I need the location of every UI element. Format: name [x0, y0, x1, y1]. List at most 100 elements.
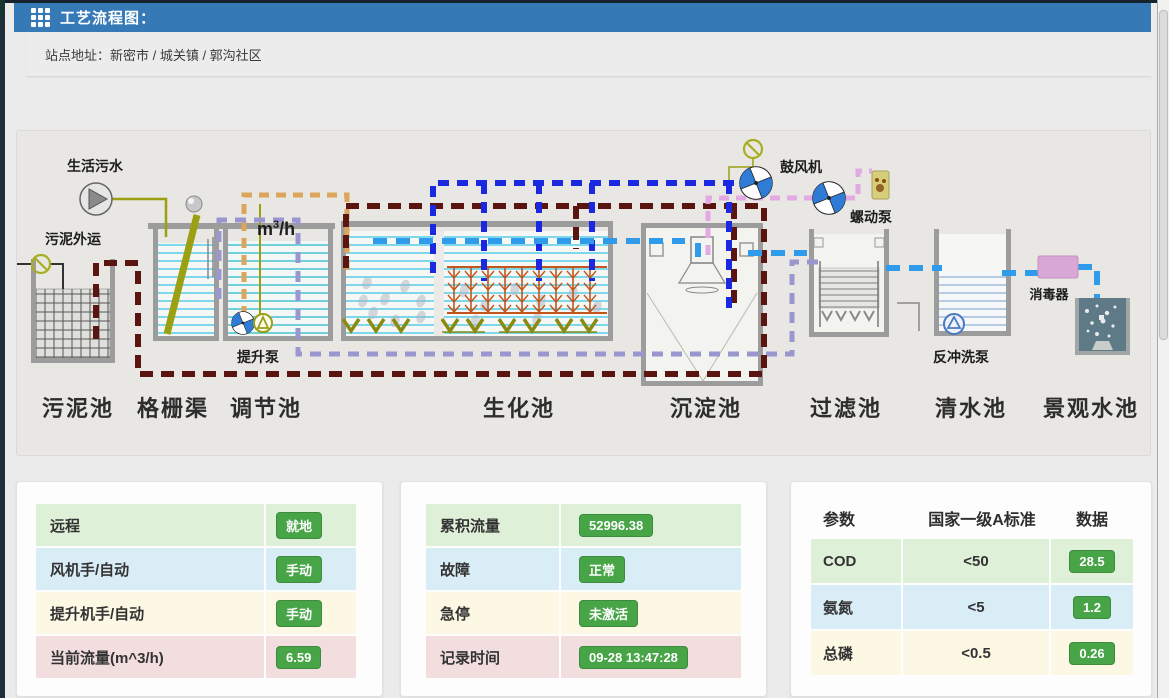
tank-label-screen: 格栅渠	[137, 396, 209, 421]
current-flow-badge: 6.59	[276, 646, 321, 669]
tank-label-cleanwater: 清水池	[935, 396, 1007, 421]
table-row: 风机手/自动 手动	[36, 548, 356, 590]
param-standard: <5	[903, 585, 1049, 629]
row-label: 当前流量(m^3/h)	[36, 636, 264, 678]
row-value: 手动	[266, 592, 356, 634]
screw-pump-fan-icon	[813, 182, 845, 214]
blower-fan-icon	[740, 167, 772, 199]
left-edge-strip	[0, 0, 5, 698]
tank-label-landscape: 景观水池	[1043, 396, 1139, 421]
inlet-label: 生活污水	[67, 158, 124, 174]
param-name: 总磷	[811, 631, 901, 675]
param-value-cell: 28.5	[1051, 539, 1133, 583]
clean-water-tank	[897, 229, 1011, 336]
row-value: 正常	[561, 548, 741, 590]
tank-label-regulation: 调节池	[230, 396, 302, 421]
table-row: 总磷 <0.5 0.26	[811, 631, 1133, 675]
table-row: 累积流量 52996.38	[426, 504, 741, 546]
param-name: 氨氮	[811, 585, 901, 629]
row-value: 09-28 13:47:28	[561, 636, 741, 678]
lift-pump-icon	[254, 314, 272, 332]
left-edge-accent	[0, 0, 4, 18]
row-label: 记录时间	[426, 636, 559, 678]
breadcrumb: 站点地址：新密市 / 城关镇 / 郭沟社区	[45, 45, 262, 64]
row-label: 远程	[36, 504, 264, 546]
param-standard: <0.5	[903, 631, 1049, 675]
table-row: 远程 就地	[36, 504, 356, 546]
param-value-cell: 0.26	[1051, 631, 1133, 675]
flow-diagram-svg: 生活污水 污泥外运 提升泵 鼓风机 螺动泵 消毒器 反冲洗泵 m3/h 污泥池 …	[17, 131, 1150, 455]
dosing-device-icon	[872, 171, 889, 199]
control-status-card: 远程 就地 风机手/自动 手动 提升机手/自动 手动 当前流量(m^3/h) 6…	[16, 481, 383, 697]
page-header: 工艺流程图：	[14, 3, 1151, 32]
param-value-cell: 1.2	[1051, 585, 1133, 629]
table-row: 急停 未激活	[426, 592, 741, 634]
sedimentation-tank	[641, 223, 763, 386]
tank-label-sedimentation: 沉淀池	[670, 396, 742, 421]
quality-table: 参数 国家一级A标准 数据 COD <50 28.5 氨氮 <5 1.2 总磷 …	[811, 500, 1133, 677]
disinfector-label: 消毒器	[1029, 287, 1069, 302]
row-label: 急停	[426, 592, 559, 634]
row-value: 未激活	[561, 592, 741, 634]
row-label: 风机手/自动	[36, 548, 264, 590]
page-title: 工艺流程图：	[60, 7, 156, 28]
air-valve-icon	[744, 140, 762, 158]
lift-pump-label: 提升泵	[237, 349, 279, 365]
backwash-pump-icon	[944, 314, 964, 334]
column-header: 国家一级A标准	[913, 506, 1051, 530]
breadcrumb-panel: 站点地址：新密市 / 城关镇 / 郭沟社区	[27, 32, 1151, 77]
row-label: 累积流量	[426, 504, 559, 546]
grid-icon	[31, 8, 50, 27]
screen-drive-sphere	[186, 196, 202, 212]
screen-channel-tank	[153, 196, 219, 341]
tank-label-biochemical: 生化池	[483, 396, 555, 421]
table-row: 提升机手/自动 手动	[36, 592, 356, 634]
lift-fan-icon	[232, 312, 255, 335]
row-value: 6.59	[266, 636, 356, 678]
table-row: 当前流量(m^3/h) 6.59	[36, 636, 356, 678]
sludge-out-pipe	[17, 264, 63, 289]
row-value: 手动	[266, 548, 356, 590]
nh3n-value-badge: 1.2	[1073, 596, 1111, 619]
table-row: 氨氮 <5 1.2	[811, 585, 1133, 629]
blower-label: 鼓风机	[780, 159, 822, 175]
table-header-row: 参数 国家一级A标准 数据	[811, 500, 1133, 536]
tank-label-filter: 过滤池	[810, 396, 882, 421]
estop-status-badge: 未激活	[579, 600, 638, 627]
control-table: 远程 就地 风机手/自动 手动 提升机手/自动 手动 当前流量(m^3/h) 6…	[36, 504, 356, 680]
column-header: 参数	[811, 506, 913, 530]
total-flow-badge: 52996.38	[579, 514, 653, 537]
inlet-pump-icon	[80, 183, 112, 215]
screw-pump-label: 螺动泵	[850, 209, 892, 225]
param-standard: <50	[903, 539, 1049, 583]
lift-mode-badge[interactable]: 手动	[276, 600, 322, 627]
table-row: COD <50 28.5	[811, 539, 1133, 583]
sludge-tank	[31, 259, 115, 363]
row-label: 故障	[426, 548, 559, 590]
tank-labels: 污泥池 格栅渠 调节池 生化池 沉淀池 过滤池 清水池 景观水池	[42, 396, 1139, 421]
tank-label-sludge: 污泥池	[42, 396, 114, 421]
param-name: COD	[811, 539, 901, 583]
sludge-out-label: 污泥外运	[45, 231, 101, 247]
row-value: 52996.38	[561, 504, 741, 546]
water-quality-card: 参数 国家一级A标准 数据 COD <50 28.5 氨氮 <5 1.2 总磷 …	[790, 481, 1152, 697]
scrollbar-thumb[interactable]	[1159, 10, 1168, 340]
landscape-pool	[1075, 298, 1130, 355]
process-flow-diagram: 生活污水 污泥外运 提升泵 鼓风机 螺动泵 消毒器 反冲洗泵 m3/h 污泥池 …	[16, 130, 1151, 456]
disinfector-box	[1038, 256, 1078, 278]
table-row: 记录时间 09-28 13:47:28	[426, 636, 741, 678]
remote-mode-badge[interactable]: 就地	[276, 512, 322, 539]
flow-unit-label: m3/h	[257, 219, 295, 239]
system-status-card: 累积流量 52996.38 故障 正常 急停 未激活 记录时间 09-28 13…	[400, 481, 767, 697]
row-value: 就地	[266, 504, 356, 546]
fan-mode-badge[interactable]: 手动	[276, 556, 322, 583]
fault-status-badge: 正常	[579, 556, 625, 583]
filter-tank	[809, 229, 889, 337]
table-row: 故障 正常	[426, 548, 741, 590]
record-time-badge: 09-28 13:47:28	[579, 646, 688, 669]
backwash-pump-label: 反冲洗泵	[933, 349, 989, 365]
row-label: 提升机手/自动	[36, 592, 264, 634]
status-table: 累积流量 52996.38 故障 正常 急停 未激活 记录时间 09-28 13…	[426, 504, 741, 680]
tp-value-badge: 0.26	[1069, 642, 1114, 665]
cod-value-badge: 28.5	[1069, 550, 1114, 573]
